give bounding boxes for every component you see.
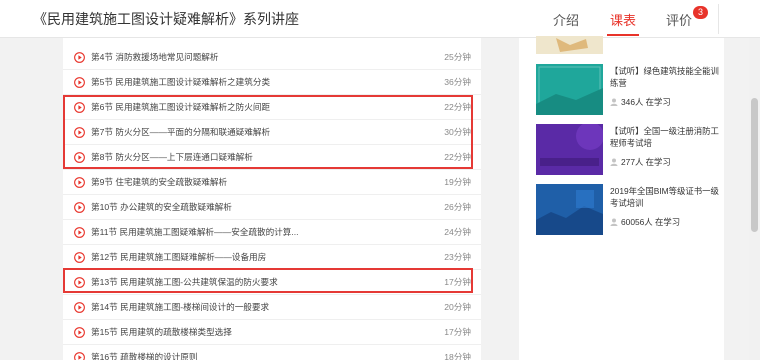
lesson-duration: 23分钟 — [444, 252, 471, 262]
lesson-title: 第11节 民用建筑施工图疑难解析——安全疏散的计算... — [91, 227, 299, 237]
lesson-title: 第9节 住宅建筑的安全疏散疑难解析 — [91, 177, 228, 187]
lesson-list: 第4节 消防救援场地常见问题解析 25分钟 第5节 民用建筑施工图设计疑难解析之… — [63, 38, 481, 360]
recommendation-title: 2019年全国BIM等级证书一级考试培训 — [610, 186, 719, 208]
lesson-title: 第5节 民用建筑施工图设计疑难解析之建筑分类 — [91, 77, 271, 87]
lesson-row-4[interactable]: 第4节 消防救援场地常见问题解析 25分钟 — [63, 45, 481, 70]
lesson-duration: 17分钟 — [444, 327, 471, 337]
recommendation-card-partial[interactable] — [536, 36, 722, 54]
play-icon — [74, 327, 85, 338]
lesson-row-12[interactable]: 第12节 民用建筑施工图疑难解析——设备用房 23分钟 — [63, 245, 481, 270]
play-icon — [74, 52, 85, 63]
recommendation-title: 【试听】绿色建筑技能全能训练营 — [610, 66, 719, 88]
recommendation-title: 【试听】全国一级注册消防工程师考试培 — [610, 126, 719, 148]
lesson-title: 第10节 办公建筑的安全疏散疑难解析 — [91, 202, 232, 212]
play-icon — [74, 227, 85, 238]
course-thumbnail — [536, 64, 603, 115]
lesson-duration: 18分钟 — [444, 352, 471, 360]
user-icon — [610, 98, 618, 106]
tab-intro[interactable]: 介绍 — [553, 10, 579, 29]
review-count-badge: 3 — [693, 6, 708, 19]
lesson-duration: 36分钟 — [444, 77, 471, 87]
lesson-duration: 20分钟 — [444, 302, 471, 312]
learner-count: 346人 在学习 — [610, 96, 671, 108]
lesson-row-9[interactable]: 第9节 住宅建筑的安全疏散疑难解析 19分钟 — [63, 170, 481, 195]
lesson-title: 第15节 民用建筑的疏散楼梯类型选择 — [91, 327, 232, 337]
lesson-title: 第4节 消防救援场地常见问题解析 — [91, 52, 219, 62]
lesson-row-14[interactable]: 第14节 民用建筑施工图-楼梯间设计的一般要求 20分钟 — [63, 295, 481, 320]
recommendation-card[interactable]: 【试听】全国一级注册消防工程师考试培 277人 在学习 — [536, 124, 722, 179]
recommendation-card[interactable]: 【试听】绿色建筑技能全能训练营 346人 在学习 — [536, 64, 722, 119]
course-thumbnail — [536, 124, 603, 175]
lesson-duration: 24分钟 — [444, 227, 471, 237]
play-icon — [74, 252, 85, 263]
lesson-row-5[interactable]: 第5节 民用建筑施工图设计疑难解析之建筑分类 36分钟 — [63, 70, 481, 95]
user-icon — [610, 158, 618, 166]
lesson-duration: 26分钟 — [444, 202, 471, 212]
lesson-title: 第16节 疏散楼梯的设计原则 — [91, 352, 198, 360]
recommendation-panel: 【试听】绿色建筑技能全能训练营 346人 在学习 【试听】全国一级注册消防工程师… — [519, 36, 724, 360]
lesson-row-15[interactable]: 第15节 民用建筑的疏散楼梯类型选择 17分钟 — [63, 320, 481, 345]
highlight-box-lesson-13 — [63, 268, 473, 293]
lesson-row-16[interactable]: 第16节 疏散楼梯的设计原则 18分钟 — [63, 345, 481, 360]
play-icon — [74, 202, 85, 213]
lesson-title: 第12节 民用建筑施工图疑难解析——设备用房 — [91, 252, 267, 262]
learner-count: 277人 在学习 — [610, 156, 671, 168]
play-icon — [74, 177, 85, 188]
top-bar: 《民用建筑施工图设计疑难解析》系列讲座 介绍 课表 评价 3 — [0, 0, 760, 38]
tab-schedule[interactable]: 课表 — [610, 10, 636, 29]
recommendation-card[interactable]: 2019年全国BIM等级证书一级考试培训 60056人 在学习 — [536, 184, 722, 239]
lesson-duration: 25分钟 — [444, 52, 471, 62]
lesson-row-10[interactable]: 第10节 办公建筑的安全疏散疑难解析 26分钟 — [63, 195, 481, 220]
learner-count-text: 277人 在学习 — [621, 157, 671, 167]
scrollbar-thumb[interactable] — [751, 98, 758, 232]
course-thumbnail — [536, 184, 603, 235]
user-icon — [610, 218, 618, 226]
course-thumbnail — [536, 36, 603, 54]
play-icon — [74, 352, 85, 360]
learner-count-text: 346人 在学习 — [621, 97, 671, 107]
play-icon — [74, 77, 85, 88]
lesson-row-11[interactable]: 第11节 民用建筑施工图疑难解析——安全疏散的计算... 24分钟 — [63, 220, 481, 245]
course-title: 《民用建筑施工图设计疑难解析》系列讲座 — [33, 11, 299, 27]
lesson-title: 第14节 民用建筑施工图-楼梯间设计的一般要求 — [91, 302, 270, 312]
highlight-box-lessons-6-8 — [63, 95, 473, 169]
learner-count: 60056人 在学习 — [610, 216, 680, 228]
top-divider — [718, 4, 719, 34]
learner-count-text: 60056人 在学习 — [621, 217, 681, 227]
tab-reviews[interactable]: 评价 — [666, 10, 692, 29]
lesson-duration: 19分钟 — [444, 177, 471, 187]
play-icon — [74, 302, 85, 313]
